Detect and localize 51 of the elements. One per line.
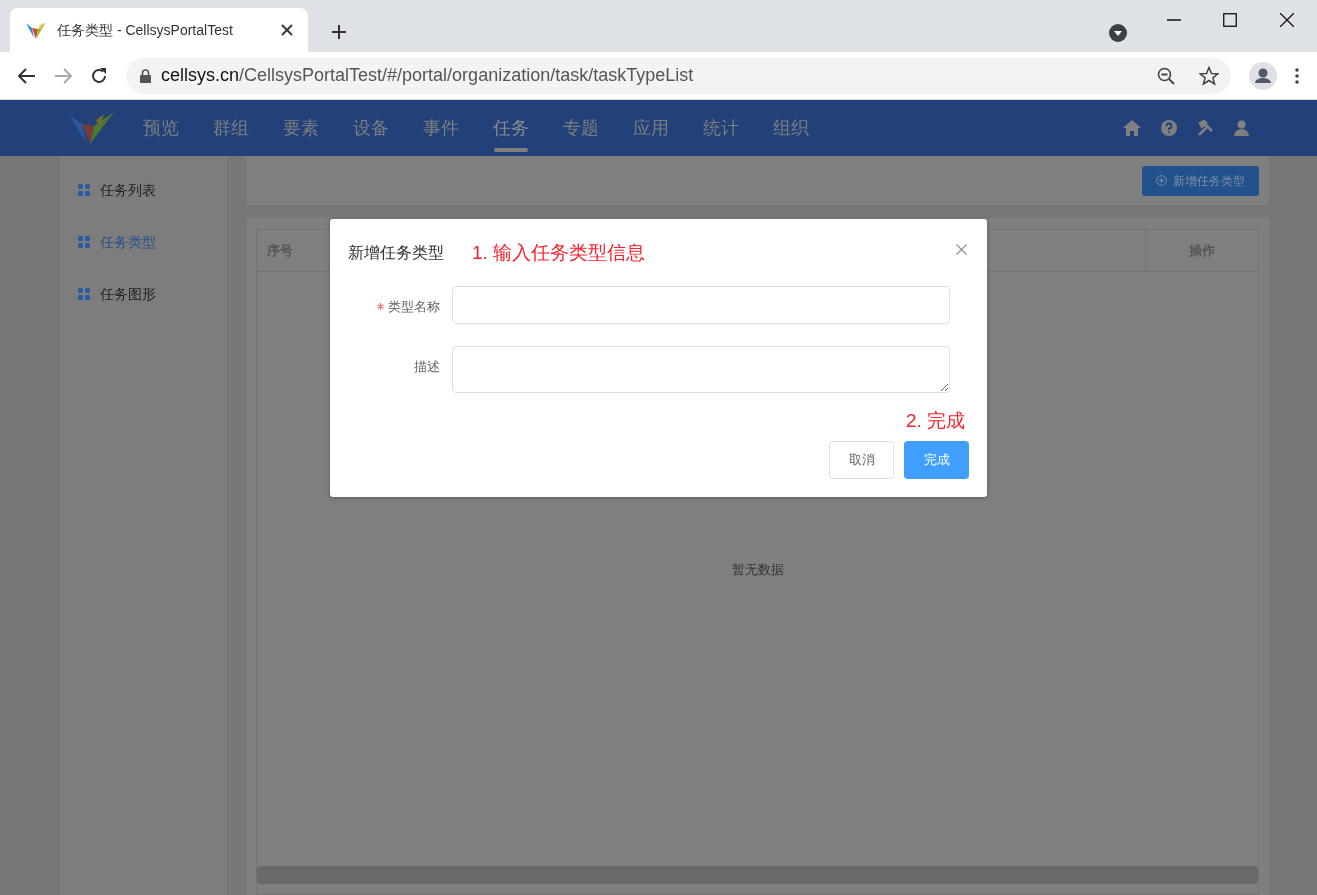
field-label: 描述	[414, 357, 440, 376]
more-menu-icon[interactable]	[1295, 67, 1299, 84]
reload-icon[interactable]	[90, 66, 108, 85]
nav-item[interactable]: 群组	[213, 100, 249, 156]
address-field[interactable]: cellsys.cn/CellsysPortalTest/#/portal/organization/task/taskTypeList	[126, 57, 1231, 94]
nav-item[interactable]: 事件	[423, 100, 459, 156]
tab-title: 任务类型 - CellsysPortalTest	[57, 20, 234, 40]
name-field[interactable]	[452, 285, 950, 324]
home-icon[interactable]	[1123, 120, 1141, 136]
annotation-text: 2. 完成	[905, 408, 965, 433]
nav-item[interactable]: 统计	[703, 100, 739, 156]
confirm-button[interactable]: 完成	[904, 441, 969, 479]
plus-circle-icon	[1156, 175, 1167, 186]
grid-icon	[78, 236, 90, 248]
user-icon[interactable]	[1234, 120, 1249, 136]
browser-tab[interactable]: 任务类型 - CellsysPortalTest	[10, 8, 308, 52]
url-text: cellsys.cn/CellsysPortalTest/#/portal/organization/task/taskTypeList	[161, 64, 695, 87]
add-type-button[interactable]: 新增任务类型	[1142, 165, 1259, 196]
empty-text: 暂无数据	[731, 561, 784, 579]
grid-icon	[78, 288, 90, 300]
maximize-icon[interactable]	[1223, 13, 1237, 27]
new-tab-icon[interactable]	[332, 25, 346, 39]
site-logo-icon	[25, 20, 47, 40]
nav-item[interactable]: 预览	[143, 100, 179, 156]
lock-icon	[140, 68, 151, 83]
dropdown-icon[interactable]	[1109, 24, 1127, 42]
sidebar-item[interactable]: 任务类型	[60, 216, 227, 268]
dialog-title: 新增任务类型	[348, 243, 444, 264]
app-logo-icon	[68, 110, 116, 146]
grid-icon	[78, 184, 90, 196]
zoom-out-icon[interactable]	[1157, 66, 1175, 85]
tools-icon[interactable]	[1197, 119, 1214, 137]
help-icon[interactable]	[1161, 120, 1177, 136]
required-asterisk-icon	[377, 302, 384, 310]
nav-item[interactable]: 应用	[633, 100, 669, 156]
nav-item[interactable]: 组织	[773, 100, 809, 156]
cancel-button[interactable]: 取消	[829, 441, 894, 479]
close-icon[interactable]	[1280, 13, 1294, 27]
sidebar-item[interactable]: 任务列表	[60, 164, 227, 216]
description-field[interactable]	[452, 345, 950, 393]
profile-avatar-icon[interactable]	[1249, 61, 1277, 90]
back-icon[interactable]	[18, 67, 36, 84]
sidebar-item[interactable]: 任务图形	[60, 268, 227, 320]
nav-item[interactable]: 专题	[563, 100, 599, 156]
field-label: 类型名称	[388, 297, 440, 316]
nav-item[interactable]: 要素	[283, 100, 319, 156]
nav-item[interactable]: 任务	[493, 100, 529, 156]
nav-item[interactable]: 设备	[353, 100, 389, 156]
annotation-text: 1. 输入任务类型信息	[472, 241, 646, 265]
close-icon[interactable]	[281, 24, 293, 36]
star-icon[interactable]	[1199, 65, 1219, 86]
